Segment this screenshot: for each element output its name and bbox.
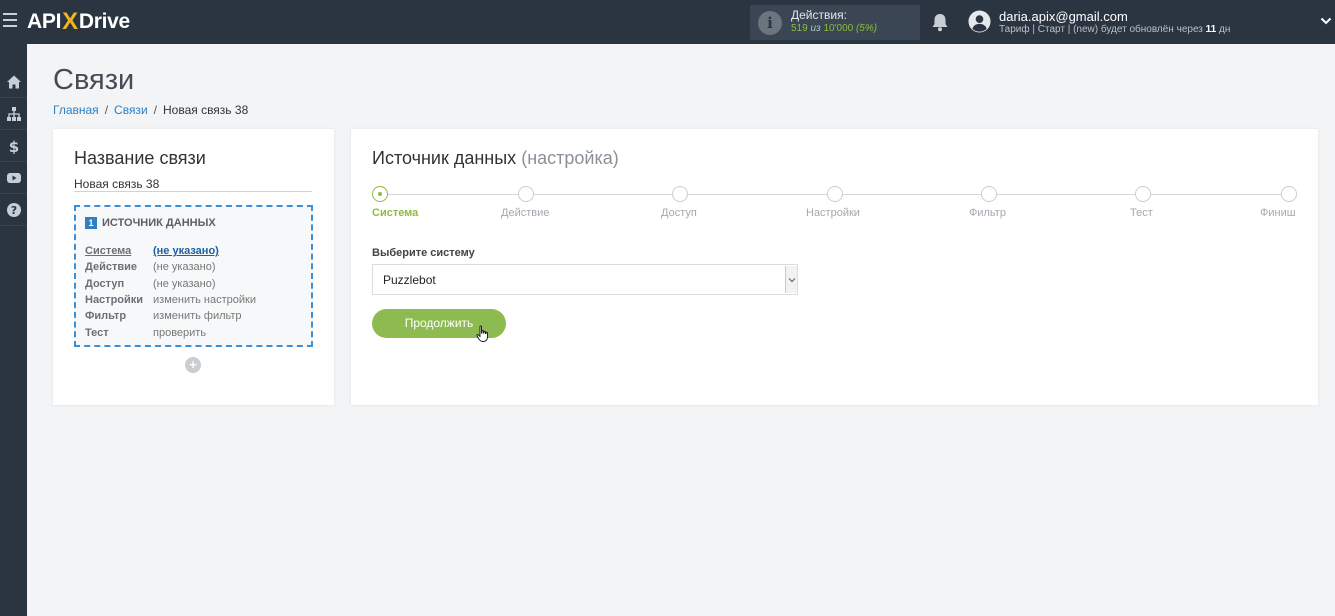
logo-text-x: X xyxy=(62,8,78,35)
actions-of: из xyxy=(810,23,821,34)
row-value: проверить xyxy=(153,326,207,339)
home-icon xyxy=(6,75,21,88)
breadcrumb-connections[interactable]: Связи xyxy=(114,103,148,117)
sidebar-item-home[interactable] xyxy=(0,66,27,98)
step-dot xyxy=(1281,186,1297,202)
row-value: (не указано) xyxy=(153,261,216,274)
plan-text: Тариф | Старт | (new) будет обновлён чер… xyxy=(999,24,1203,35)
connection-name-title: Название связи xyxy=(74,148,206,168)
row-value: (не указано) xyxy=(153,277,216,290)
row-value-link[interactable]: (не указано) xyxy=(153,245,219,257)
step-label: Система xyxy=(372,207,419,219)
breadcrumb-home[interactable]: Главная xyxy=(53,103,99,117)
logo-text-right: Drive xyxy=(78,10,130,33)
step-dot xyxy=(518,186,534,202)
source-row-action[interactable]: Действие (не указано) xyxy=(85,259,256,275)
data-source-header: 1 ИСТОЧНИК ДАННЫХ xyxy=(85,217,216,229)
page-title: Связи xyxy=(53,64,135,96)
settings-title: Источник данных (настройка) xyxy=(372,148,619,169)
row-key: Тест xyxy=(85,326,109,339)
connection-name-card: Название связи 1 ИСТОЧНИК ДАННЫХ Система… xyxy=(53,129,334,405)
svg-text:?: ? xyxy=(10,204,16,217)
source-row-filter[interactable]: Фильтр изменить фильтр xyxy=(85,308,256,324)
logo-text-left: API xyxy=(27,10,62,33)
settings-title-sub: (настройка) xyxy=(521,148,619,168)
system-select[interactable]: Puzzlebot xyxy=(372,264,798,295)
row-key: Система xyxy=(85,245,132,258)
user-plan: Тариф | Старт | (new) будет обновлён чер… xyxy=(999,24,1230,35)
settings-title-main: Источник данных xyxy=(372,148,517,168)
step-label: Фильтр xyxy=(969,207,1006,219)
actions-label: Действия: xyxy=(791,8,847,22)
sidebar-item-help[interactable]: ? xyxy=(0,194,27,226)
system-select-value: Puzzlebot xyxy=(383,273,436,287)
actions-count: 519 из 10'000 (5%) xyxy=(791,23,877,34)
plan-days-unit: дн xyxy=(1219,24,1231,35)
breadcrumb-separator: / xyxy=(153,103,157,117)
step-label: Финиш xyxy=(1260,207,1296,219)
chevron-down-icon[interactable] xyxy=(1320,15,1332,27)
user-avatar-icon[interactable] xyxy=(968,10,991,33)
actions-counter[interactable]: i Действия: 519 из 10'000 (5%) xyxy=(750,5,920,40)
chevron-down-icon xyxy=(788,278,796,283)
youtube-icon xyxy=(6,172,21,183)
sitemap-icon xyxy=(6,106,21,121)
sidebar: $ ? xyxy=(0,44,27,616)
data-source-block[interactable]: 1 ИСТОЧНИК ДАННЫХ Система (не указано) Д… xyxy=(74,205,313,347)
row-key: Фильтр xyxy=(85,310,127,323)
info-icon: i xyxy=(758,11,782,35)
data-source-settings-card: Источник данных (настройка) Система Дейс… xyxy=(351,129,1318,405)
source-row-test[interactable]: Тест проверить xyxy=(85,324,256,340)
logo[interactable]: API X Drive xyxy=(27,8,130,35)
source-row-system[interactable]: Система (не указано) xyxy=(85,243,256,259)
actions-total: 10'000 xyxy=(823,23,854,34)
row-key: Настройки xyxy=(85,294,144,307)
menu-icon[interactable] xyxy=(3,13,17,29)
top-bar: API X Drive i Действия: 519 из 10'000 (5%)… xyxy=(0,0,1335,44)
row-value: изменить фильтр xyxy=(153,310,242,323)
step-label: Тест xyxy=(1130,207,1153,219)
source-row-access[interactable]: Доступ (не указано) xyxy=(85,276,256,292)
data-source-rows: Система (не указано) Действие (не указан… xyxy=(85,243,256,341)
plan-days: 11 xyxy=(1205,24,1217,35)
actions-percent: (5%) xyxy=(855,23,878,34)
actions-used: 519 xyxy=(791,23,808,34)
sidebar-item-video[interactable] xyxy=(0,162,27,194)
help-icon: ? xyxy=(6,202,21,217)
breadcrumb-separator: / xyxy=(104,103,109,117)
svg-text:$: $ xyxy=(8,138,18,154)
connection-name-input[interactable] xyxy=(74,176,312,192)
step-number-badge: 1 xyxy=(85,217,97,229)
hand-cursor-icon xyxy=(476,325,488,342)
sidebar-item-billing[interactable]: $ xyxy=(0,130,27,162)
breadcrumb-current: Новая связь 38 xyxy=(162,103,249,117)
step-dot xyxy=(981,186,997,202)
dollar-icon: $ xyxy=(8,138,18,154)
step-label: Доступ xyxy=(661,207,697,219)
row-key: Действие xyxy=(85,261,137,274)
step-label: Настройки xyxy=(806,207,860,219)
select-system-label: Выберите систему xyxy=(372,247,475,259)
sidebar-item-connections[interactable] xyxy=(0,98,27,130)
row-value: изменить настройки xyxy=(153,294,256,307)
step-label: Действие xyxy=(501,207,550,219)
add-block-button[interactable]: + xyxy=(185,357,201,373)
breadcrumb: Главная / Связи / Новая связь 38 xyxy=(53,103,248,117)
data-source-title: ИСТОЧНИК ДАННЫХ xyxy=(102,217,216,229)
user-email[interactable]: daria.apix@gmail.com xyxy=(999,9,1128,24)
step-dot xyxy=(372,186,388,202)
bell-icon[interactable] xyxy=(931,12,949,32)
step-dot xyxy=(827,186,843,202)
row-key: Доступ xyxy=(85,277,125,290)
select-arrow[interactable] xyxy=(785,266,797,293)
step-dot xyxy=(1135,186,1151,202)
step-dot xyxy=(672,186,688,202)
source-row-settings[interactable]: Настройки изменить настройки xyxy=(85,292,256,308)
